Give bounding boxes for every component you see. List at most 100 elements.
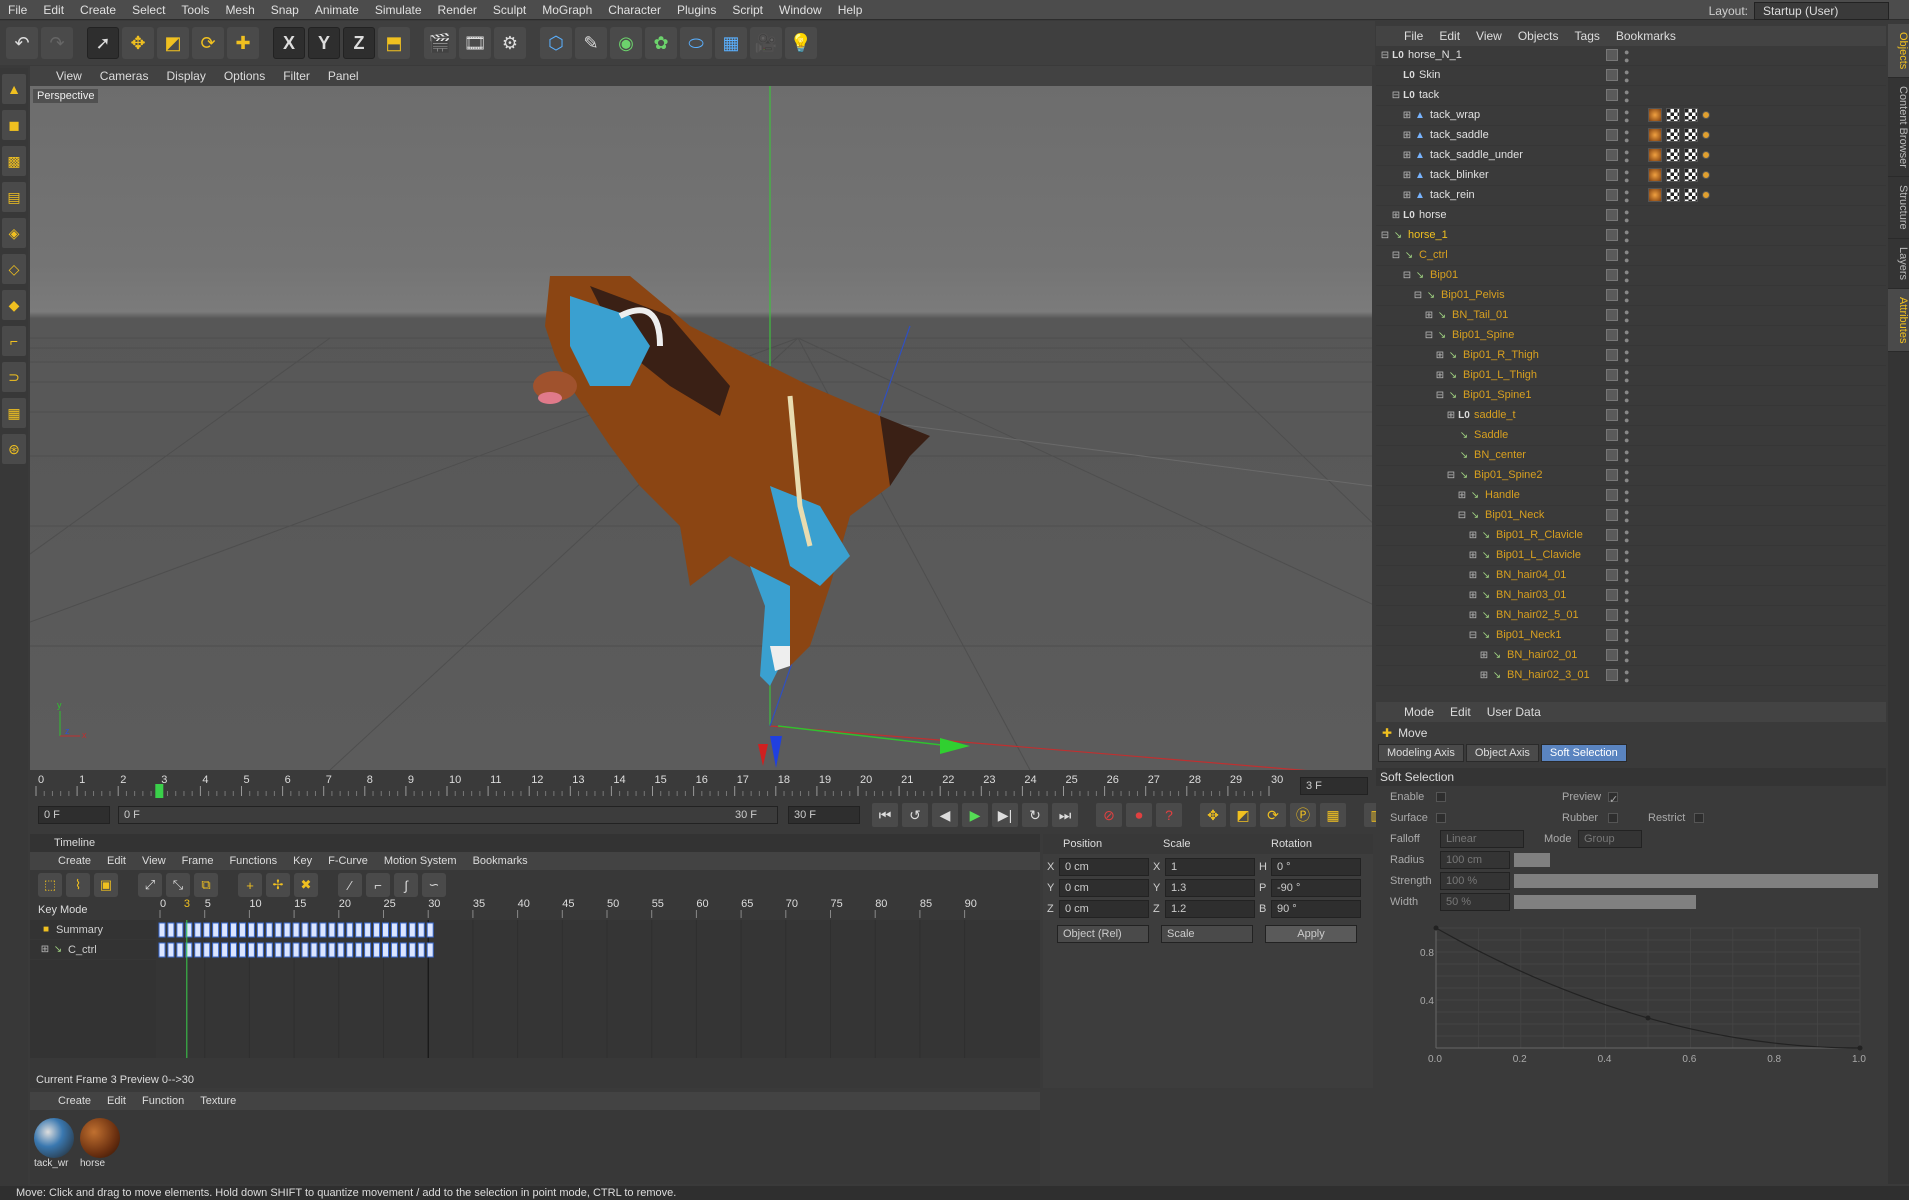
expand-toggle-icon[interactable]: ⊞ <box>1402 130 1412 141</box>
width-field[interactable]: 50 % <box>1440 892 1510 911</box>
position-field[interactable]: 0 cm <box>1059 857 1149 876</box>
layer-visibility-icon[interactable] <box>1606 669 1618 681</box>
keyframe[interactable] <box>247 942 255 958</box>
expand-toggle-icon[interactable]: ⊞ <box>1468 570 1478 581</box>
layer-visibility-icon[interactable] <box>1606 309 1618 321</box>
scale-field[interactable]: 1.2 <box>1165 899 1255 918</box>
end-frame-field[interactable]: 30 F <box>788 806 860 824</box>
add-key-all-icon[interactable]: ✢ <box>266 873 290 897</box>
attribute-menu-mode[interactable]: Mode <box>1404 705 1434 719</box>
object-row-tack[interactable]: ⊟ L0 tack ● ● <box>1376 86 1886 106</box>
mode-dropdown[interactable]: Group <box>1578 829 1642 848</box>
editor-render-dots-icon[interactable]: ● ● <box>1624 168 1629 185</box>
expand-toggle-icon[interactable]: ⊞ <box>1402 110 1412 121</box>
quantize-icon[interactable]: ⊛ <box>2 434 26 464</box>
keyframe[interactable] <box>426 942 434 958</box>
layer-visibility-icon[interactable] <box>1606 49 1618 61</box>
viewport-menu-view[interactable]: View <box>56 69 82 83</box>
material-tag-icon[interactable] <box>1648 148 1662 162</box>
expand-toggle-icon[interactable]: ⊞ <box>1468 530 1478 541</box>
scale-tool-icon[interactable]: ◩ <box>157 27 189 59</box>
spline-ease-icon[interactable]: ∽ <box>422 873 446 897</box>
keyframe[interactable] <box>256 942 264 958</box>
object-row-tack-wrap[interactable]: ⊞ ▲ tack_wrap ● ● <box>1376 106 1886 126</box>
keyframe[interactable] <box>167 922 175 938</box>
keyframe[interactable] <box>319 922 327 938</box>
preview-range-slider[interactable]: 0 F 30 F <box>118 806 778 824</box>
expand-toggle-icon[interactable]: ⊞ <box>1435 350 1445 361</box>
move-tool-icon[interactable]: ✥ <box>122 27 154 59</box>
timeline-menu-f-curve[interactable]: F-Curve <box>328 855 368 867</box>
attribute-menu-user-data[interactable]: User Data <box>1487 705 1541 719</box>
object-row-bn-tail-01[interactable]: ⊞ ↘ BN_Tail_01 ● ● <box>1376 306 1886 326</box>
expand-toggle-icon[interactable]: ⊟ <box>1391 90 1401 101</box>
rotation-field[interactable]: 90 ° <box>1271 899 1361 918</box>
texture-tag-icon[interactable] <box>1666 128 1680 142</box>
object-row-horse[interactable]: ⊞ L0 horse ● ● <box>1376 206 1886 226</box>
timeline-menu-motion-system[interactable]: Motion System <box>384 855 457 867</box>
strength-field[interactable]: 100 % <box>1440 871 1510 890</box>
timeline-menu-view[interactable]: View <box>142 855 166 867</box>
object-row-bip01-r-thigh[interactable]: ⊞ ↘ Bip01_R_Thigh ● ● <box>1376 346 1886 366</box>
editor-render-dots-icon[interactable]: ● ● <box>1624 668 1629 685</box>
editor-render-dots-icon[interactable]: ● ● <box>1624 628 1629 645</box>
object-row-bip01-spine2[interactable]: ⊟ ↘ Bip01_Spine2 ● ● <box>1376 466 1886 486</box>
keyframe[interactable] <box>337 942 345 958</box>
keyframe[interactable] <box>203 942 211 958</box>
keyframe[interactable] <box>158 922 166 938</box>
menu-window[interactable]: Window <box>771 3 830 17</box>
texture-tag-icon[interactable] <box>1666 148 1680 162</box>
viewport-menu-filter[interactable]: Filter <box>283 69 310 83</box>
editor-render-dots-icon[interactable]: ● ● <box>1624 408 1629 425</box>
side-tab-structure[interactable]: Structure <box>1888 177 1909 239</box>
side-tab-layers[interactable]: Layers <box>1888 239 1909 289</box>
keyframe[interactable] <box>292 942 300 958</box>
layer-visibility-icon[interactable] <box>1606 269 1618 281</box>
timeline-ruler[interactable]: 0 5 10 15 20 25 30 35 40 45 50 55 60 65 70 75 80 85 90 3 <box>156 896 1040 918</box>
expand-toggle-icon[interactable]: ⊟ <box>1402 270 1412 281</box>
keyframe[interactable] <box>301 942 309 958</box>
spline-pen-icon[interactable]: ✎ <box>575 27 607 59</box>
expand-toggle-icon[interactable]: ⊞ <box>1402 170 1412 181</box>
keyframe[interactable] <box>265 922 273 938</box>
track-summary[interactable]: ■ Summary <box>30 920 156 940</box>
uvw-tag-icon[interactable] <box>1684 168 1698 182</box>
object-row-bip01-l-clavicle[interactable]: ⊞ ↘ Bip01_L_Clavicle ● ● <box>1376 546 1886 566</box>
time-ruler[interactable]: 0 1 2 3 4 5 6 7 8 9 10 11 12 13 14 15 16 17 18 19 20 21 22 23 24… <box>30 772 1372 798</box>
link-view-icon[interactable]: ⧉ <box>194 873 218 897</box>
keyframe[interactable] <box>373 922 381 938</box>
render-settings-icon[interactable]: ⚙ <box>494 27 526 59</box>
layer-visibility-icon[interactable] <box>1606 229 1618 241</box>
enable-checkbox[interactable] <box>1436 791 1446 802</box>
object-row-skin[interactable]: L0 Skin ● ● <box>1376 66 1886 86</box>
scale-field[interactable]: 1.3 <box>1165 878 1255 897</box>
layer-visibility-icon[interactable] <box>1606 509 1618 521</box>
editor-render-dots-icon[interactable]: ● ● <box>1624 208 1629 225</box>
expand-toggle-icon[interactable]: ⊞ <box>1424 310 1434 321</box>
keyframe[interactable] <box>247 922 255 938</box>
spline-step-icon[interactable]: ⌐ <box>366 873 390 897</box>
redo-icon[interactable]: ↷ <box>41 27 73 59</box>
expand-toggle-icon[interactable]: ⊞ <box>1457 490 1467 501</box>
object-row-horse-1[interactable]: ⊟ ↘ horse_1 ● ● <box>1376 226 1886 246</box>
layer-visibility-icon[interactable] <box>1606 629 1618 641</box>
record-keys-icon[interactable]: ⊘ <box>1096 803 1122 827</box>
keyframe[interactable] <box>212 942 220 958</box>
texture-tag-icon[interactable] <box>1666 188 1680 202</box>
layer-visibility-icon[interactable] <box>1606 529 1618 541</box>
curve-point[interactable] <box>1433 925 1439 931</box>
keyframe-selection-icon[interactable]: ? <box>1156 803 1182 827</box>
menu-render[interactable]: Render <box>430 3 485 17</box>
keyframe[interactable] <box>337 922 345 938</box>
menu-mograph[interactable]: MoGraph <box>534 3 600 17</box>
goto-end-icon[interactable]: ⏭ <box>1052 803 1078 827</box>
keyframe[interactable] <box>408 942 416 958</box>
object-row-bip01-spine1[interactable]: ⊟ ↘ Bip01_Spine1 ● ● <box>1376 386 1886 406</box>
keyframe[interactable] <box>238 942 246 958</box>
z-axis-lock-icon[interactable]: Z <box>343 27 375 59</box>
editor-render-dots-icon[interactable]: ● ● <box>1624 188 1629 205</box>
keyframe[interactable] <box>390 922 398 938</box>
layout-dropdown[interactable]: Startup (User) <box>1754 2 1889 20</box>
expand-toggle-icon[interactable]: ⊞ <box>1446 410 1456 421</box>
expand-toggle-icon[interactable]: ⊞ <box>1402 150 1412 161</box>
